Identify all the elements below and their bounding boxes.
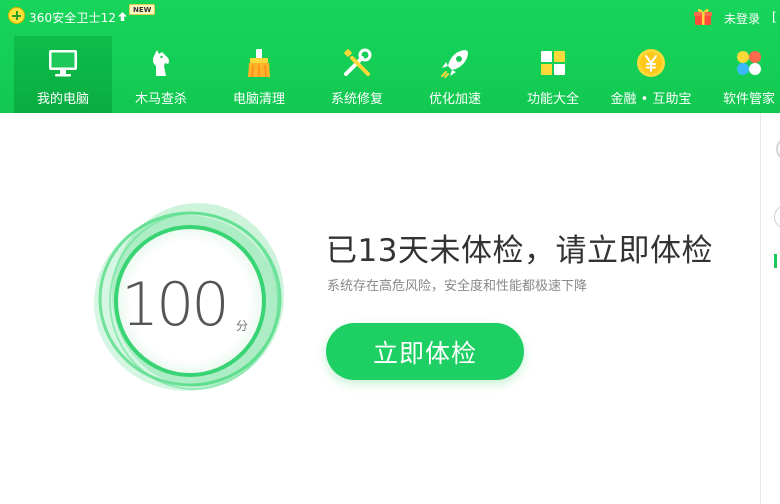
- tab-label: 功能大全: [526, 92, 579, 107]
- tab-system-repair[interactable]: 系统修复: [308, 36, 406, 113]
- gift-icon[interactable]: [693, 6, 713, 26]
- rail-avatar-icon[interactable]: [776, 137, 780, 161]
- tab-my-computer[interactable]: 我的电脑: [14, 36, 112, 113]
- window-control-edge[interactable]: [: [772, 10, 777, 24]
- tab-all-features[interactable]: 功能大全: [504, 36, 602, 113]
- score-value: 100: [121, 270, 230, 340]
- right-side-rail: [760, 113, 780, 504]
- header: 360安全卫士12 NEW 未登录 [ 我的电脑 木马查杀 电脑清理 系统修复 …: [0, 0, 780, 113]
- tab-finance[interactable]: 金融 • 互助宝: [602, 36, 700, 113]
- software-icon: [737, 51, 761, 75]
- tab-label: 金融 • 互助宝: [610, 92, 692, 107]
- title-bar: 360安全卫士12 NEW 未登录 [: [0, 0, 780, 36]
- rail-circle-icon[interactable]: [774, 205, 780, 229]
- tab-label: 木马查杀: [134, 92, 187, 107]
- tab-trojan-scan[interactable]: 木马查杀: [112, 36, 210, 113]
- tab-label: 软件管家: [722, 92, 775, 107]
- grid-icon: [541, 51, 565, 75]
- app-title: 360安全卫士12: [29, 11, 117, 25]
- upgrade-arrow-icon[interactable]: [117, 11, 128, 22]
- coin-icon: [637, 49, 665, 77]
- tab-optimize[interactable]: 优化加速: [406, 36, 504, 113]
- tab-label: 电脑清理: [232, 92, 285, 107]
- checkup-subline: 系统存在高危风险，安全度和性能都极速下降: [327, 279, 588, 294]
- new-badge: NEW: [129, 4, 156, 15]
- checkup-headline: 已13天未体检，请立即体检: [326, 233, 713, 269]
- tab-software-manager[interactable]: 软件管家: [700, 36, 780, 113]
- tab-label: 系统修复: [330, 92, 383, 107]
- score-unit: 分: [236, 319, 249, 333]
- tab-pc-cleanup[interactable]: 电脑清理: [210, 36, 308, 113]
- main-panel: 100 分 已13天未体检，请立即体检 系统存在高危风险，安全度和性能都极速下降…: [0, 113, 760, 504]
- tab-label: 优化加速: [428, 92, 481, 107]
- login-link[interactable]: 未登录: [724, 10, 760, 27]
- main-nav: 我的电脑 木马查杀 电脑清理 系统修复 优化加速 功能大全 金融 • 互助宝 软…: [0, 36, 780, 113]
- rocket-icon: [441, 50, 468, 78]
- rail-indicator: [774, 254, 777, 268]
- monitor-icon: [49, 50, 77, 77]
- app-logo-icon: [8, 7, 25, 24]
- broom-icon: [248, 49, 270, 78]
- start-checkup-button[interactable]: 立即体检: [326, 323, 524, 380]
- horse-icon: [152, 50, 170, 76]
- tab-label: 我的电脑: [36, 92, 89, 107]
- wrench-screwdriver-icon: [344, 48, 372, 76]
